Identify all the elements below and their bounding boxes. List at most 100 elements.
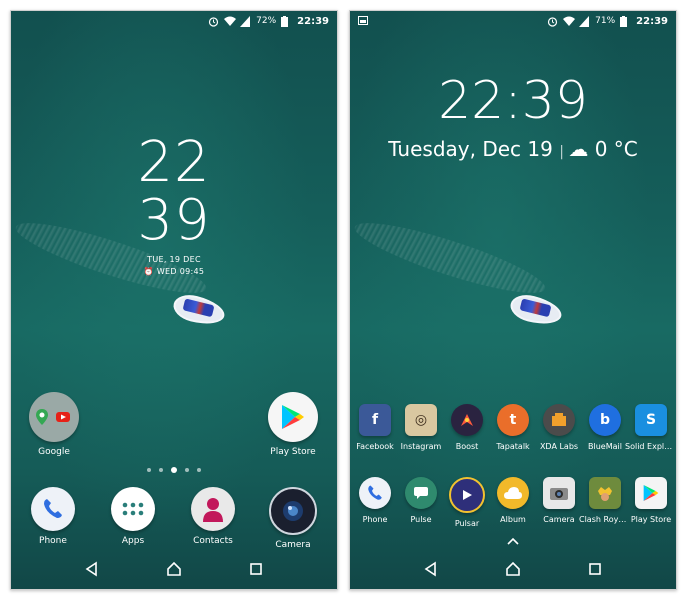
signal-icon [579,15,590,27]
camera-icon [543,477,575,509]
chevron-up-icon [507,537,519,545]
app-xda-labs[interactable]: XDA Labs [533,404,585,451]
app-label: Instagram [400,442,442,451]
recents-button[interactable] [587,561,603,581]
dock-phone[interactable]: Phone [21,487,85,546]
app-label: XDA Labs [539,442,579,451]
app-label: Clash Roya… [579,515,631,524]
clock-date: Tuesday, Dec 19 [388,137,553,161]
weather-temp: 0 °C [594,137,638,161]
page-dot-active [171,467,177,473]
pulse-icon [405,477,437,509]
back-button[interactable] [84,561,100,581]
google-folder[interactable]: Google [22,392,86,457]
phone-icon [31,487,75,531]
recents-button[interactable] [248,561,264,581]
wifi-icon [224,16,237,27]
app-bluemail[interactable]: b BlueMail [579,404,631,451]
contacts-icon [191,487,235,531]
page-indicator [11,467,337,473]
app-album[interactable]: Album [487,477,539,524]
navigation-bar [350,553,676,589]
battery-icon [281,15,292,27]
navigation-bar [11,553,337,589]
app-phone[interactable]: Phone [350,477,401,524]
google-folder-icon [29,392,79,442]
dock-camera[interactable]: Camera [261,487,325,550]
app-pulsar[interactable]: Pulsar [441,477,493,528]
home-button[interactable] [166,561,182,581]
app-clash-royale[interactable]: Clash Roya… [579,477,631,524]
cloud-icon: ☁ [568,137,589,161]
app-solid-explorer[interactable]: S Solid Explo… [625,404,677,451]
app-label: Solid Explo… [625,442,677,451]
app-label: Phone [362,515,388,524]
status-time: 22:39 [297,15,329,27]
solid-explorer-icon: S [635,404,667,436]
app-instagram[interactable]: ◎ Instagram [395,404,447,451]
app-label: Tapatalk [496,442,530,451]
page-dot [197,468,201,472]
home-icon [167,561,181,576]
play-store-label: Play Store [270,447,316,457]
dock-phone-label: Phone [39,536,67,546]
back-icon [85,561,97,577]
clash-royale-icon [589,477,621,509]
album-icon [497,477,529,509]
alarm-icon [547,16,558,27]
camera-icon [269,487,317,535]
clock-date-weather: Tuesday, Dec 19 | ☁ 0 °C [350,137,676,161]
app-label: Pulsar [454,519,480,528]
boat-wake [350,210,551,306]
status-bar: 72% 22:39 [11,11,337,31]
recents-icon [589,563,601,575]
page-dot [147,468,151,472]
app-boost[interactable]: Boost [441,404,493,451]
apps-grid-icon [111,487,155,531]
alarm-icon [208,16,219,27]
app-camera[interactable]: Camera [533,477,585,524]
app-facebook[interactable]: f Facebook [350,404,401,451]
clock-time: 22:39 [438,71,588,131]
wifi-icon [563,16,576,27]
google-folder-label: Google [38,447,70,457]
app-label: Pulse [410,515,432,524]
app-drawer-chevron[interactable] [350,533,676,549]
boat-image [507,291,565,329]
app-label: Camera [543,515,575,524]
app-label: Facebook [356,442,394,451]
app-label: Play Store [630,515,672,524]
back-icon [424,561,436,577]
bluemail-icon: b [589,404,621,436]
instagram-icon: ◎ [405,404,437,436]
dock-contacts-label: Contacts [193,536,233,546]
battery-text: 71% [595,16,616,26]
boat-image [170,291,228,329]
separator-icon: | [559,144,569,160]
play-store-app[interactable]: Play Store [261,392,325,457]
status-time: 22:39 [636,15,668,27]
page-dot [185,468,189,472]
status-bar: 71% 22:39 [350,11,676,31]
app-tapatalk[interactable]: t Tapatalk [487,404,539,451]
app-play-store[interactable]: Play Store [625,477,676,524]
dock-camera-label: Camera [275,540,311,550]
app-label: Boost [455,442,479,451]
dock-contacts[interactable]: Contacts [181,487,245,546]
pulsar-icon [449,477,485,513]
app-pulse[interactable]: Pulse [395,477,447,524]
facebook-icon: f [359,404,391,436]
play-store-icon [635,477,667,509]
app-label: Album [500,515,526,524]
right-phone-screen: 71% 22:39 22:39 Tuesday, Dec 19 | ☁ 0 °C… [349,10,677,590]
xda-labs-icon [543,404,575,436]
back-button[interactable] [423,561,439,581]
home-button[interactable] [505,561,521,581]
clock-hour: 22 [137,130,211,195]
home-icon [506,561,520,576]
signal-icon [240,15,251,27]
app-label: BlueMail [588,442,622,451]
page-dot [159,468,163,472]
battery-icon [620,15,631,27]
dock-apps[interactable]: Apps [101,487,165,546]
